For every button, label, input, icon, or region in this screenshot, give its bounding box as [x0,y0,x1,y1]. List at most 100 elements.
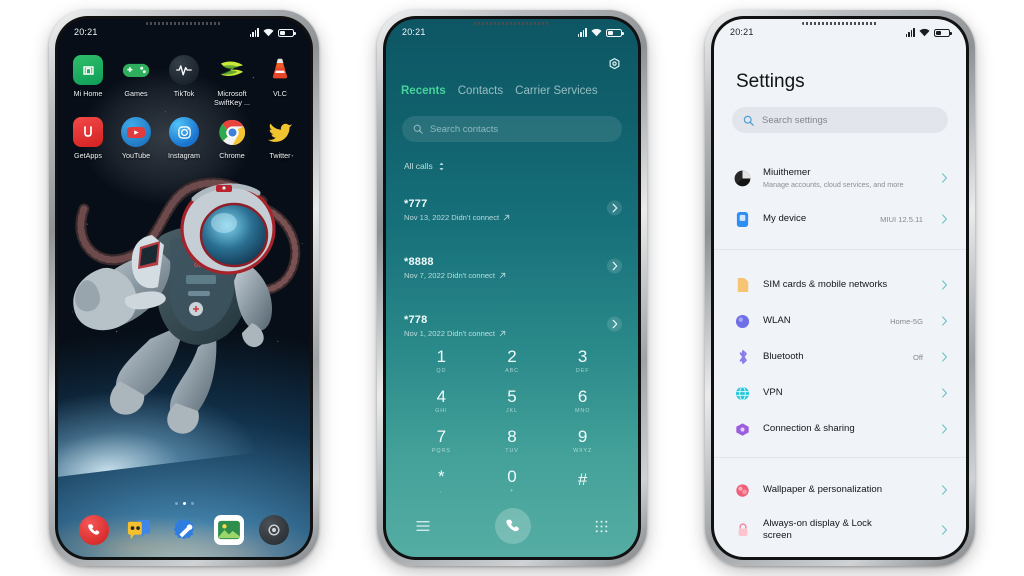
wifi-icon [263,28,274,36]
key-digit: 1 [436,347,447,366]
tab-recents[interactable]: Recents [401,85,446,97]
app-youtube[interactable]: YouTube [112,117,160,160]
tab-carrier-services[interactable]: Carrier Services [515,85,597,97]
dialpad-key-8[interactable]: 8 TUV [477,421,548,461]
page-dot[interactable] [174,502,178,505]
tab-contacts[interactable]: Contacts [458,85,503,97]
app-swiftkey[interactable]: Microsoft SwiftKey ... [208,55,256,107]
call-button[interactable] [494,508,531,544]
settings-row-label: WLAN [763,315,791,326]
status-icons [249,27,296,37]
instagram-icon [169,117,199,147]
app-label: YouTube [121,151,151,160]
dock-phone-icon[interactable] [79,515,110,545]
settings-row-wallpaper[interactable]: Wallpaper & personalization [714,471,966,509]
chevron-right-icon [612,319,617,329]
settings-row-texts: Wallpaper & personalization [763,484,929,496]
status-icons [905,27,952,37]
app-twitter[interactable]: Twitter [256,117,304,160]
dialpad-key-0[interactable]: 0 + [477,461,548,501]
app-grid: Mi Home Games TikTok Microsoft SwiftKey … [58,55,310,160]
lock-icon [734,522,751,539]
dialpad-key-1[interactable]: 1 QD [406,341,477,381]
sort-updown-icon [439,161,444,171]
wifi-icon [591,28,602,36]
dialer-bottom-bar [386,503,638,549]
app-label: GetApps [74,151,102,160]
settings-row-connection-sharing[interactable]: Connection & sharing [714,411,966,447]
chevron-right-icon [612,261,617,271]
call-details-chevron[interactable] [607,200,622,216]
settings-row-bluetooth[interactable]: Bluetooth Off [714,339,966,375]
chevron-right-icon [942,525,947,535]
home-screen[interactable]: Game Mi Home Games TikTok Microsoft Swif… [58,19,310,557]
dialer-screen[interactable]: Recents Contacts Carrier Services Search… [386,19,638,557]
all-calls-filter[interactable]: All calls [404,161,445,171]
signal-icon [577,27,587,37]
dialpad-key-hash[interactable]: # [547,461,618,501]
dialpad-key-6[interactable]: 6 MNO [547,381,618,421]
connection-sharing-icon [734,421,751,438]
chevron-right-icon [942,316,947,326]
app-instagram[interactable]: Instagram [160,117,208,160]
settings-row-sim-cards[interactable]: SIM cards & mobile networks [714,267,966,303]
dialpad-key-9[interactable]: 9 WXYZ [547,421,618,461]
app-games[interactable]: Games [112,55,160,107]
dialpad-grid: 1 QD 2 ABC 3 DEF 4 GHI 5 JKL 6 MNO 7 PQRS 8 TUV … [406,341,618,501]
section-divider [714,249,966,250]
dock-camera-icon[interactable] [258,515,289,545]
mi-home-icon [73,55,103,85]
outgoing-arrow-icon [499,330,506,336]
settings-row-vpn[interactable]: VPN [714,375,966,411]
settings-app: Settings Search settings Miuithemer Mana… [714,19,966,557]
dock-messages-icon[interactable] [124,515,154,545]
search-placeholder: Search contacts [430,123,499,135]
call-log-row[interactable]: *777 Nov 13, 2022 Didn't connect [386,185,638,231]
dialpad-key-5[interactable]: 5 JKL [477,381,548,421]
search-contacts-field[interactable]: Search contacts [402,116,622,142]
dialpad-key-2[interactable]: 2 ABC [477,341,548,381]
settings-row-always-on-display[interactable]: Always-on display & Lock screen [714,509,966,551]
settings-row-my-device[interactable]: My device MIUI 12.5.11 [714,199,966,239]
page-dot-active[interactable] [182,502,186,505]
call-log-row[interactable]: *8888 Nov 7, 2022 Didn't connect [386,243,638,289]
settings-row-label: My device [763,213,807,224]
dialpad-grid-icon[interactable] [595,520,608,533]
app-getapps[interactable]: GetApps [64,117,112,160]
gear-icon[interactable] [607,57,622,72]
key-letters: PQRS [431,448,451,454]
dock-settings-icon[interactable] [169,515,199,545]
twitter-bird-icon [265,117,295,147]
app-label: VLC [273,89,287,98]
key-digit: 5 [507,387,517,406]
search-settings-field[interactable]: Search settings [732,107,948,133]
settings-row-value: MIUI 12.5.11 [880,214,923,224]
dialpad-key-star[interactable]: *, [406,461,477,501]
dialpad-key-7[interactable]: 7 PQRS [406,421,477,461]
dock-gallery-icon[interactable] [213,515,244,545]
call-details-chevron[interactable] [607,316,622,332]
page-indicator-dots[interactable] [58,502,310,505]
call-details-chevron[interactable] [607,258,622,274]
settings-row-label: Wallpaper & personalization [763,484,883,495]
app-tiktok[interactable]: TikTok [160,55,208,107]
app-mi-home[interactable]: Mi Home [64,55,112,107]
key-digit: 4 [436,387,447,406]
settings-row-wlan[interactable]: WLAN Home-5G [714,303,966,339]
call-detail: Nov 7, 2022 Didn't connect [404,271,622,280]
dialpad-key-4[interactable]: 4 GHI [406,381,477,421]
settings-row-miuithemer[interactable]: Miuithemer Manage accounts, cloud servic… [714,157,966,199]
menu-lines-icon[interactable] [416,520,430,532]
wifi-circle-icon [734,313,751,330]
page-dot[interactable] [190,502,194,505]
key-digit: 9 [577,427,588,446]
app-chrome[interactable]: Chrome [208,117,256,160]
dialpad-key-3[interactable]: 3 DEF [547,341,618,381]
app-label: Instagram [168,151,200,160]
status-time: 20:21 [402,27,426,37]
phone-bezel: Recents Contacts Carrier Services Search… [383,16,641,560]
app-vlc[interactable]: VLC [256,55,304,107]
settings-group-connectivity: SIM cards & mobile networks WLAN Home-5G… [714,267,966,458]
settings-screen[interactable]: Settings Search settings Miuithemer Mana… [714,19,966,557]
key-digit: 7 [436,427,447,446]
